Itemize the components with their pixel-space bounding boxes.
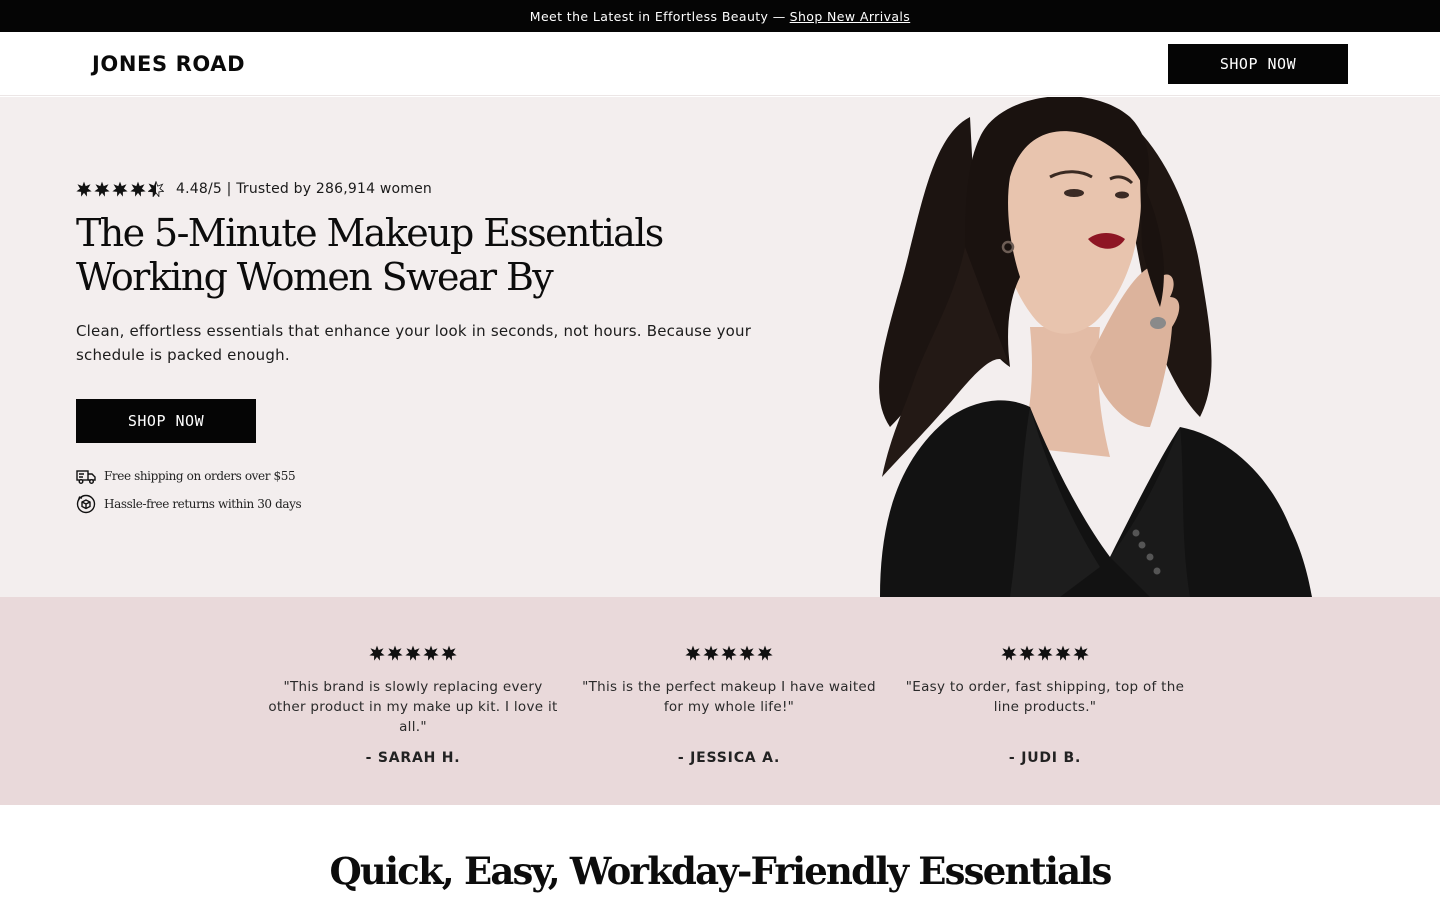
review-card: "This is the perfect makeup I have waite…	[579, 645, 879, 766]
review-author: - JESSICA A.	[677, 750, 781, 766]
review-quote: "Easy to order, fast shipping, top of th…	[905, 679, 1185, 715]
free-shipping-perk: Free shipping on orders over $55	[76, 466, 296, 486]
rating-summary: 4.48/5 | Trusted by 286,914 women	[76, 180, 432, 198]
review-stars	[579, 645, 879, 661]
star-icon	[1001, 645, 1017, 661]
announcement-bar: Meet the Latest in Effortless Beauty — S…	[0, 0, 1440, 32]
hero-subtitle: Clean, effortless essentials that enhanc…	[76, 322, 752, 364]
star-icon	[703, 645, 719, 661]
star-icon	[94, 181, 110, 197]
review-stars	[263, 645, 563, 661]
model-photo	[879, 97, 1312, 597]
hero-title: The 5-Minute Makeup Essentials Working W…	[76, 211, 664, 299]
star-icon	[369, 645, 385, 661]
star-icon	[405, 645, 421, 661]
star-icon	[1073, 645, 1089, 661]
star-icon	[112, 181, 128, 197]
star-icon	[1019, 645, 1035, 661]
site-header: JONES ROAD SHOP NOW	[0, 32, 1440, 96]
free-returns-perk: Hassle-free returns within 30 days	[76, 494, 302, 514]
star-icon	[721, 645, 737, 661]
star-icon	[76, 181, 92, 197]
section-title: Quick, Easy, Workday-Friendly Essentials	[329, 849, 1112, 893]
brand-logo[interactable]: JONES ROAD	[92, 52, 245, 76]
review-stars	[895, 645, 1195, 661]
half-star-icon	[148, 181, 164, 197]
star-icon	[1055, 645, 1071, 661]
review-quote: "This brand is slowly replacing every ot…	[268, 679, 558, 735]
hero-shop-now-button[interactable]: SHOP NOW	[76, 399, 256, 443]
reviews-section: "This brand is slowly replacing every ot…	[0, 597, 1440, 805]
star-icon	[441, 645, 457, 661]
star-icon	[130, 181, 146, 197]
star-icon	[685, 645, 701, 661]
delivery-truck-icon	[76, 470, 96, 484]
perk-text: Hassle-free returns within 30 days	[104, 497, 302, 511]
shop-new-arrivals-link[interactable]: Shop New Arrivals	[790, 9, 911, 24]
review-card: "Easy to order, fast shipping, top of th…	[895, 645, 1195, 766]
review-author: - JUDI B.	[1008, 750, 1082, 766]
header-shop-now-button[interactable]: SHOP NOW	[1168, 44, 1348, 84]
rating-stars	[76, 181, 164, 197]
star-icon	[423, 645, 439, 661]
star-icon	[739, 645, 755, 661]
review-author: - SARAH H.	[365, 750, 461, 766]
perk-text: Free shipping on orders over $55	[104, 469, 296, 483]
returns-box-icon	[76, 494, 96, 514]
hero-section: 4.48/5 | Trusted by 286,914 women The 5-…	[0, 97, 1440, 597]
star-icon	[1037, 645, 1053, 661]
star-icon	[387, 645, 403, 661]
rating-text: 4.48/5 | Trusted by 286,914 women	[176, 181, 432, 197]
review-quote: "This is the perfect makeup I have waite…	[582, 679, 876, 715]
star-icon	[757, 645, 773, 661]
review-card: "This brand is slowly replacing every ot…	[263, 645, 563, 766]
announcement-text: Meet the Latest in Effortless Beauty —	[529, 8, 786, 24]
